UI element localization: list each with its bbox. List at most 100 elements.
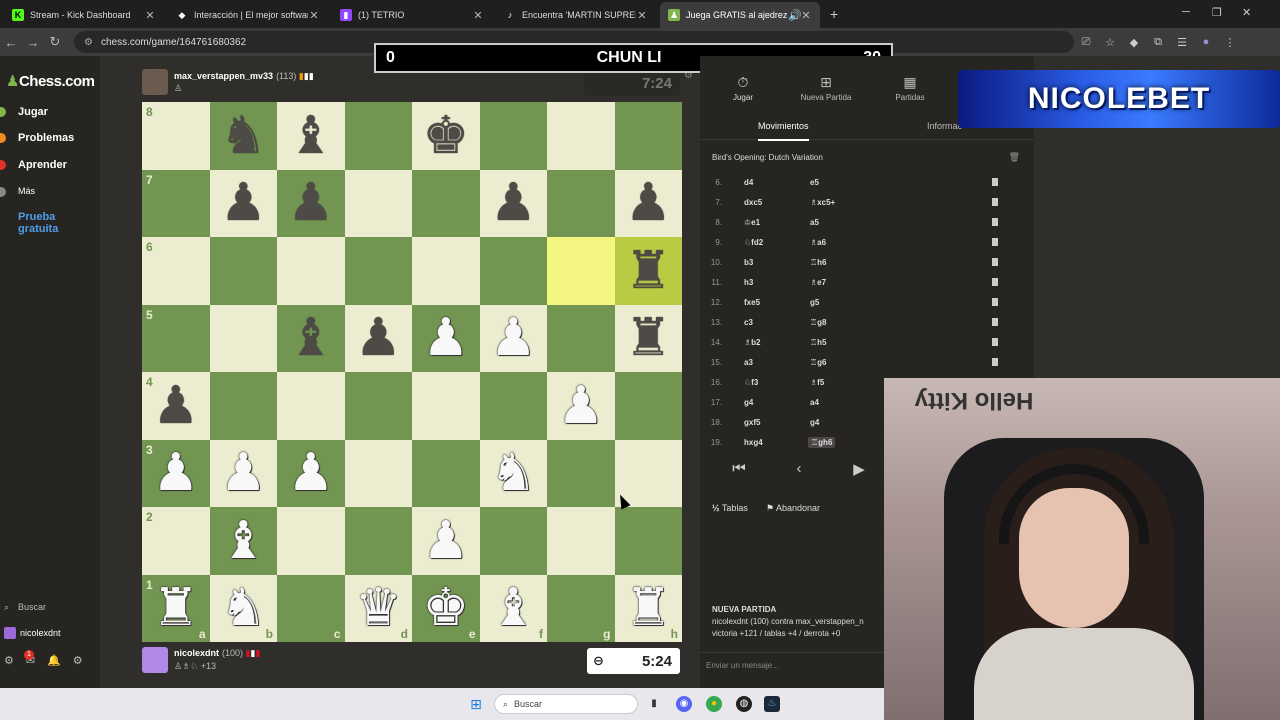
black-pawn-icon[interactable]: ♟ bbox=[490, 177, 537, 229]
white-knight-icon[interactable]: ♞ bbox=[490, 447, 537, 499]
square-a7[interactable]: 7 bbox=[142, 169, 210, 237]
black-bishop-icon[interactable]: ♝ bbox=[287, 110, 334, 162]
black-rook-icon[interactable]: ♜ bbox=[625, 245, 672, 297]
white-move[interactable]: d4 bbox=[744, 178, 753, 187]
square-e3[interactable] bbox=[412, 439, 480, 507]
square-h8[interactable] bbox=[614, 102, 682, 170]
white-queen-icon[interactable]: ♛ bbox=[355, 582, 402, 634]
white-pawn-icon[interactable]: ♟ bbox=[287, 447, 334, 499]
chrome-icon[interactable]: ● bbox=[706, 696, 722, 712]
steam-icon[interactable]: ♨ bbox=[764, 696, 780, 712]
tab-informacion[interactable]: Informac bbox=[927, 121, 962, 131]
black-move[interactable]: ♗f5 bbox=[810, 378, 824, 387]
square-c4[interactable] bbox=[277, 372, 345, 440]
square-f7[interactable]: ♟ bbox=[479, 169, 547, 237]
sidebar-item-jugar[interactable]: Jugar bbox=[0, 106, 100, 118]
avatar[interactable] bbox=[142, 69, 168, 95]
white-rook-icon[interactable]: ♜ bbox=[152, 582, 199, 634]
square-e5[interactable]: ♟ bbox=[412, 304, 480, 372]
close-window-icon[interactable]: ✕ bbox=[1242, 6, 1251, 19]
bell-icon[interactable]: 🔔 bbox=[47, 654, 61, 667]
sidebar-item-trial[interactable]: Prueba gratuita bbox=[0, 211, 80, 235]
menu-dots-icon[interactable]: ⋮ bbox=[1218, 36, 1242, 49]
square-c2[interactable] bbox=[277, 507, 345, 575]
black-pawn-icon[interactable]: ♟ bbox=[220, 177, 267, 229]
site-info-icon[interactable]: ⚙ bbox=[84, 37, 93, 48]
back-icon[interactable]: ← bbox=[0, 35, 22, 50]
square-d7[interactable] bbox=[344, 169, 412, 237]
square-h5[interactable]: ♜ bbox=[614, 304, 682, 372]
square-b8[interactable]: ♞ bbox=[209, 102, 277, 170]
square-f3[interactable]: ♞ bbox=[479, 439, 547, 507]
black-move[interactable]: ♗a6 bbox=[810, 238, 826, 247]
taskbar-search[interactable]: ⌕ Buscar bbox=[494, 694, 638, 714]
trash-icon[interactable]: 🗑 bbox=[1009, 152, 1020, 163]
square-f4[interactable] bbox=[479, 372, 547, 440]
browser-tab[interactable]: ◆ Interacción | El mejor software ✕ bbox=[168, 2, 328, 28]
white-bishop-icon[interactable]: ♝ bbox=[220, 515, 267, 567]
square-f5[interactable]: ♟ bbox=[479, 304, 547, 372]
restore-icon[interactable]: ❐ bbox=[1212, 6, 1222, 19]
white-pawn-icon[interactable]: ♟ bbox=[220, 447, 267, 499]
square-e8[interactable]: ♚ bbox=[412, 102, 480, 170]
close-icon[interactable]: ✕ bbox=[472, 9, 484, 22]
obs-icon[interactable]: ◍ bbox=[736, 696, 752, 712]
square-f2[interactable] bbox=[479, 507, 547, 575]
white-move[interactable]: ♘f3 bbox=[744, 378, 758, 387]
tab-nueva-partida[interactable]: ⊞ Nueva Partida bbox=[786, 74, 866, 102]
square-d8[interactable] bbox=[344, 102, 412, 170]
black-rook-icon[interactable]: ♜ bbox=[625, 312, 672, 364]
black-bishop-icon[interactable]: ♝ bbox=[287, 312, 334, 364]
white-pawn-icon[interactable]: ♟ bbox=[422, 515, 469, 567]
new-tab-button[interactable]: + bbox=[830, 6, 838, 22]
white-move[interactable]: h3 bbox=[744, 278, 753, 287]
white-move[interactable]: g4 bbox=[744, 398, 753, 407]
square-c3[interactable]: ♟ bbox=[277, 439, 345, 507]
square-b7[interactable]: ♟ bbox=[209, 169, 277, 237]
square-b4[interactable] bbox=[209, 372, 277, 440]
black-move[interactable]: ♗e7 bbox=[810, 278, 826, 287]
square-c7[interactable]: ♟ bbox=[277, 169, 345, 237]
sidebar-search[interactable]: ⌕ Buscar bbox=[4, 602, 46, 612]
bookmark-star-icon[interactable]: ☆ bbox=[1098, 36, 1122, 49]
square-g2[interactable] bbox=[547, 507, 615, 575]
cast-icon[interactable]: ⎚ bbox=[1074, 36, 1098, 49]
profile-avatar[interactable]: ● bbox=[1194, 36, 1218, 48]
next-move-button[interactable]: ▶ bbox=[834, 460, 884, 484]
square-h1[interactable]: h ♜ bbox=[614, 574, 682, 642]
close-icon[interactable]: ✕ bbox=[144, 9, 156, 22]
black-move[interactable]: g5 bbox=[810, 298, 819, 307]
square-a1[interactable]: 1 a ♜ bbox=[142, 574, 210, 642]
white-move[interactable]: gxf5 bbox=[744, 418, 760, 427]
square-g8[interactable] bbox=[547, 102, 615, 170]
black-pawn-icon[interactable]: ♟ bbox=[152, 380, 199, 432]
square-g3[interactable] bbox=[547, 439, 615, 507]
white-move[interactable]: ♔e1 bbox=[744, 218, 760, 227]
square-e1[interactable]: e ♚ bbox=[412, 574, 480, 642]
close-icon[interactable]: ✕ bbox=[308, 9, 320, 22]
white-move[interactable]: dxc5 bbox=[744, 198, 762, 207]
square-f8[interactable] bbox=[479, 102, 547, 170]
discord-icon[interactable]: ◉ bbox=[676, 696, 692, 712]
black-move[interactable]: g4 bbox=[810, 418, 819, 427]
square-g7[interactable] bbox=[547, 169, 615, 237]
square-c8[interactable]: ♝ bbox=[277, 102, 345, 170]
black-pawn-icon[interactable]: ♟ bbox=[355, 312, 402, 364]
square-f6[interactable] bbox=[479, 237, 547, 305]
black-pawn-icon[interactable]: ♟ bbox=[625, 177, 672, 229]
square-a8[interactable]: 8 bbox=[142, 102, 210, 170]
square-g5[interactable] bbox=[547, 304, 615, 372]
square-a3[interactable]: 3 ♟ bbox=[142, 439, 210, 507]
white-knight-icon[interactable]: ♞ bbox=[220, 582, 267, 634]
square-a4[interactable]: 4 ♟ bbox=[142, 372, 210, 440]
square-h2[interactable] bbox=[614, 507, 682, 575]
sidebar-item-mas[interactable]: Más bbox=[0, 186, 100, 197]
white-move[interactable]: c3 bbox=[744, 318, 753, 327]
sidebar-user[interactable]: nicolexdnt bbox=[4, 627, 61, 639]
square-g1[interactable]: g bbox=[547, 574, 615, 642]
previous-move-button[interactable]: ‹ bbox=[774, 460, 824, 484]
square-g6[interactable] bbox=[547, 237, 615, 305]
square-d5[interactable]: ♟ bbox=[344, 304, 412, 372]
sidebar-item-problemas[interactable]: Problemas bbox=[0, 132, 100, 144]
square-c6[interactable] bbox=[277, 237, 345, 305]
